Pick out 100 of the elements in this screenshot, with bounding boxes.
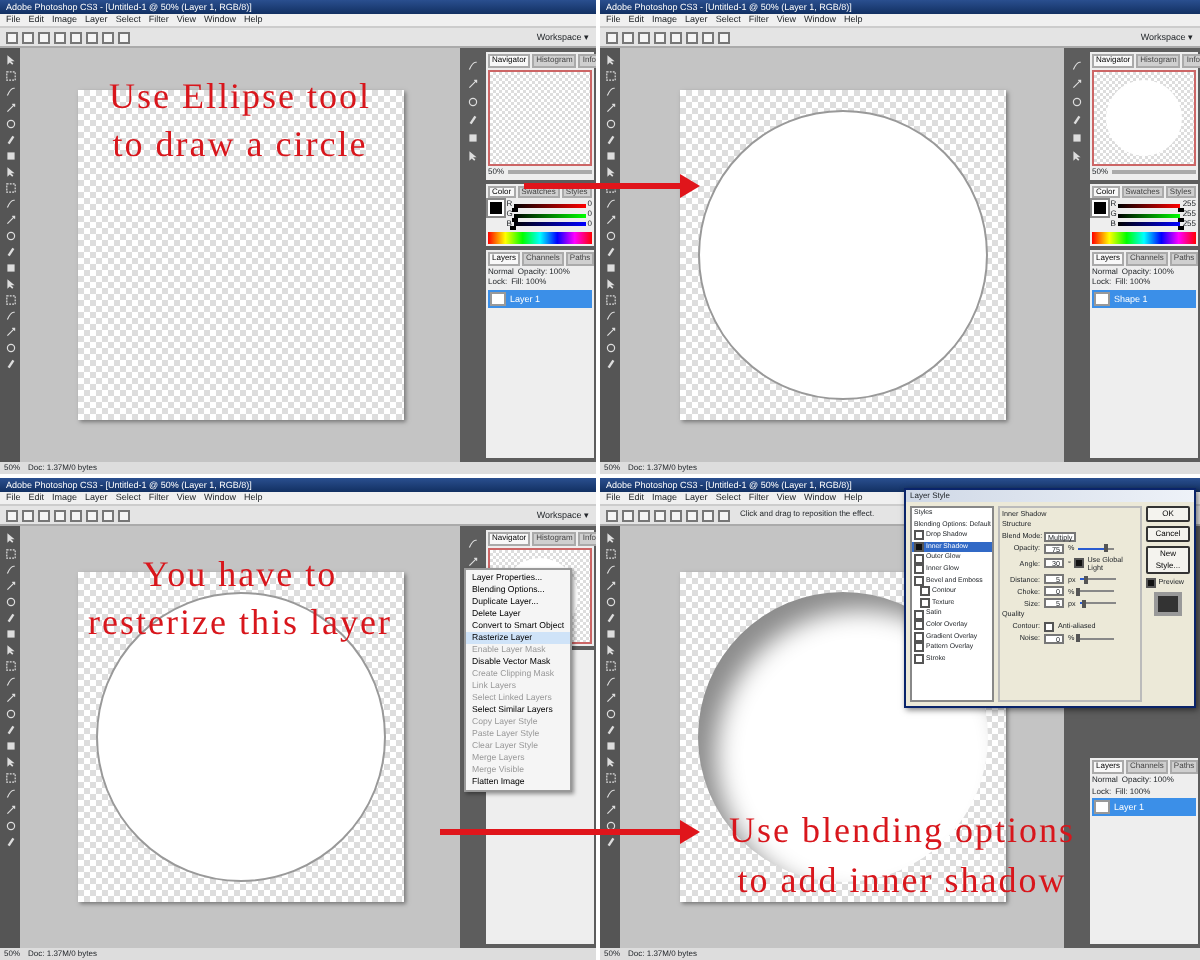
checkbox[interactable] xyxy=(914,609,924,620)
color-spectrum[interactable] xyxy=(488,231,592,244)
brush-tool-icon[interactable] xyxy=(603,612,617,624)
arrow-tool-icon[interactable] xyxy=(603,278,617,290)
shape-tool-icon[interactable] xyxy=(3,262,17,274)
lasso-tool-icon[interactable] xyxy=(1069,60,1083,72)
checkbox[interactable] xyxy=(920,598,930,609)
color-slider[interactable] xyxy=(1117,222,1181,227)
brush-tool-icon[interactable] xyxy=(3,358,17,370)
lasso-tool-icon[interactable] xyxy=(465,538,479,550)
checkbox[interactable] xyxy=(914,642,924,653)
crop-tool-icon[interactable] xyxy=(465,556,479,568)
crop-tool-icon[interactable] xyxy=(3,804,17,816)
arrow-tool-icon[interactable] xyxy=(3,532,17,544)
lasso-tool-icon[interactable] xyxy=(603,310,617,322)
lasso-tool-icon[interactable] xyxy=(3,564,17,576)
arrow-tool-icon[interactable] xyxy=(603,532,617,544)
lasso-tool-icon[interactable] xyxy=(603,564,617,576)
shape-tool-icon[interactable] xyxy=(603,628,617,640)
slider-thumb[interactable] xyxy=(1177,217,1184,222)
arrow-tool-icon[interactable] xyxy=(603,54,617,66)
lasso-tool-icon[interactable] xyxy=(603,198,617,210)
crop-tool-icon[interactable] xyxy=(3,102,17,114)
ellipse-tool-icon[interactable] xyxy=(603,820,617,832)
slider-thumb[interactable] xyxy=(1076,587,1081,596)
lasso-tool-icon[interactable] xyxy=(3,86,17,98)
brush-tool-icon[interactable] xyxy=(603,246,617,258)
arrow-tool-icon[interactable] xyxy=(603,644,617,656)
shape-tool-icon[interactable] xyxy=(603,740,617,752)
color-slider[interactable] xyxy=(1118,213,1181,218)
ellipse-tool-icon[interactable] xyxy=(3,342,17,354)
brush-tool-icon[interactable] xyxy=(3,246,17,258)
brush-tool-icon[interactable] xyxy=(603,358,617,370)
arrow-tool-icon[interactable] xyxy=(465,150,479,162)
brush-tool-icon[interactable] xyxy=(3,612,17,624)
brush-tool-icon[interactable] xyxy=(3,724,17,736)
ellipse-tool-icon[interactable] xyxy=(603,342,617,354)
checkbox[interactable] xyxy=(914,620,924,631)
arrow-tool-icon[interactable] xyxy=(3,54,17,66)
crop-tool-icon[interactable] xyxy=(603,214,617,226)
brush-tool-icon[interactable] xyxy=(603,134,617,146)
color-slider[interactable] xyxy=(1118,203,1181,208)
arrow-tool-icon[interactable] xyxy=(3,644,17,656)
ellipse-tool-icon[interactable] xyxy=(3,596,17,608)
shape-tool-icon[interactable] xyxy=(3,628,17,640)
slider-thumb[interactable] xyxy=(510,226,517,231)
ellipse-tool-icon[interactable] xyxy=(3,230,17,242)
brush-tool-icon[interactable] xyxy=(3,134,17,146)
slider-thumb[interactable] xyxy=(1177,207,1184,212)
slider-thumb[interactable] xyxy=(1177,226,1184,231)
lasso-tool-icon[interactable] xyxy=(603,676,617,688)
checkbox[interactable] xyxy=(914,654,924,665)
ellipse-tool-icon[interactable] xyxy=(3,820,17,832)
brush-tool-icon[interactable] xyxy=(603,836,617,848)
shape-tool-icon[interactable] xyxy=(1069,132,1083,144)
arrow-tool-icon[interactable] xyxy=(3,166,17,178)
crop-tool-icon[interactable] xyxy=(3,326,17,338)
color-spectrum[interactable] xyxy=(1092,231,1196,244)
lasso-tool-icon[interactable] xyxy=(3,198,17,210)
checkbox[interactable] xyxy=(1146,578,1156,588)
ellipse-tool-icon[interactable] xyxy=(1069,96,1083,108)
ellipse-tool-icon[interactable] xyxy=(3,708,17,720)
checkbox[interactable] xyxy=(914,575,924,586)
lasso-tool-icon[interactable] xyxy=(603,788,617,800)
color-slider[interactable] xyxy=(514,203,586,208)
shape-tool-icon[interactable] xyxy=(603,262,617,274)
crop-tool-icon[interactable] xyxy=(1069,78,1083,90)
slider-thumb[interactable] xyxy=(1084,575,1089,584)
brush-tool-icon[interactable] xyxy=(465,114,479,126)
lasso-tool-icon[interactable] xyxy=(3,676,17,688)
arrow-tool-icon[interactable] xyxy=(3,278,17,290)
color-swatch[interactable] xyxy=(1092,200,1108,217)
lasso-tool-icon[interactable] xyxy=(465,60,479,72)
lasso-tool-icon[interactable] xyxy=(3,788,17,800)
brush-tool-icon[interactable] xyxy=(3,836,17,848)
crop-tool-icon[interactable] xyxy=(465,78,479,90)
crop-tool-icon[interactable] xyxy=(603,102,617,114)
ellipse-tool-icon[interactable] xyxy=(603,708,617,720)
ellipse-tool-icon[interactable] xyxy=(603,230,617,242)
checkbox[interactable] xyxy=(1074,558,1085,569)
checkbox[interactable] xyxy=(914,564,924,575)
lasso-tool-icon[interactable] xyxy=(603,86,617,98)
crop-tool-icon[interactable] xyxy=(603,692,617,704)
checkbox[interactable] xyxy=(914,530,924,541)
slider-thumb[interactable] xyxy=(511,217,518,222)
shape-tool-icon[interactable] xyxy=(3,740,17,752)
slider-thumb[interactable] xyxy=(511,207,518,212)
checkbox[interactable] xyxy=(914,542,924,553)
brush-tool-icon[interactable] xyxy=(603,724,617,736)
slider-thumb[interactable] xyxy=(1076,634,1081,643)
ellipse-tool-icon[interactable] xyxy=(465,96,479,108)
slider-thumb[interactable] xyxy=(1103,544,1108,553)
ellipse-tool-icon[interactable] xyxy=(603,118,617,130)
color-swatch[interactable] xyxy=(488,200,504,217)
shape-tool-icon[interactable] xyxy=(465,132,479,144)
crop-tool-icon[interactable] xyxy=(603,580,617,592)
crop-tool-icon[interactable] xyxy=(603,804,617,816)
crop-tool-icon[interactable] xyxy=(3,692,17,704)
checkbox[interactable] xyxy=(914,631,924,642)
checkbox[interactable] xyxy=(1044,621,1054,632)
